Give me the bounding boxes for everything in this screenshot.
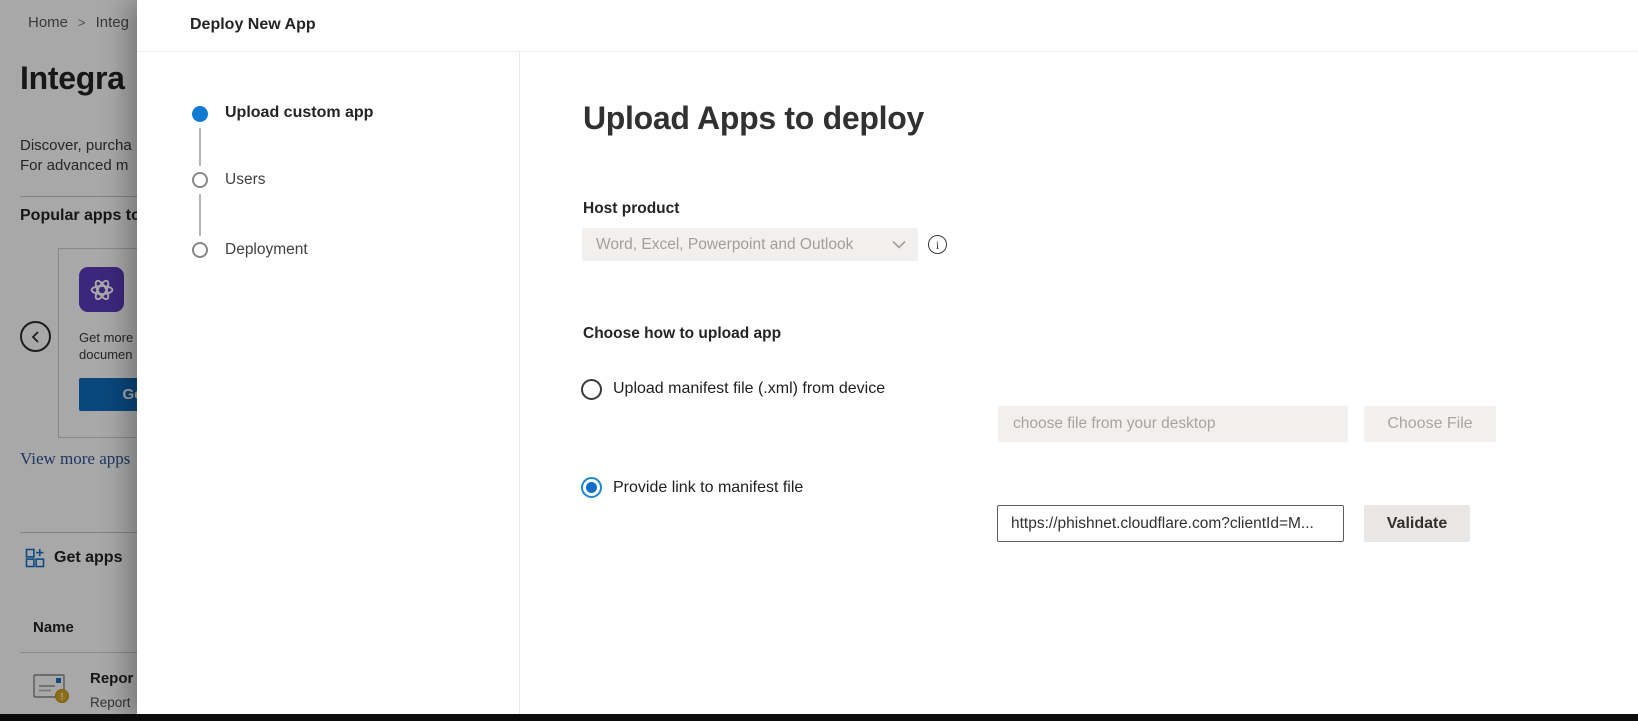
step-upload-custom-app-dot[interactable] (192, 106, 208, 122)
radio-provide-link[interactable] (581, 477, 602, 498)
stepper-connector (199, 128, 201, 166)
validate-button[interactable]: Validate (1364, 505, 1470, 542)
step-users-dot[interactable] (192, 172, 208, 188)
radio-upload-manifest-file[interactable] (581, 379, 602, 400)
step-upload-custom-app-label[interactable]: Upload custom app (225, 104, 373, 122)
window-bottom-edge (0, 714, 1638, 721)
radio-provide-link-label[interactable]: Provide link to manifest file (613, 479, 803, 497)
info-icon[interactable]: i (928, 235, 947, 254)
step-deployment-label[interactable]: Deployment (225, 241, 308, 259)
manifest-link-input[interactable] (997, 505, 1344, 542)
stepper-connector (199, 194, 201, 236)
chevron-down-icon (892, 240, 906, 249)
panel-title: Deploy New App (190, 16, 316, 34)
host-product-label: Host product (583, 200, 679, 218)
choose-file-button[interactable]: Choose File (1364, 406, 1496, 442)
manifest-file-input[interactable] (998, 406, 1348, 442)
host-product-value: Word, Excel, Powerpoint and Outlook (596, 236, 892, 254)
content-heading: Upload Apps to deploy (583, 100, 924, 137)
deploy-new-app-panel: Deploy New App Upload custom app Users D… (137, 0, 1638, 721)
wizard-content: Upload Apps to deploy Host product Word,… (520, 52, 1638, 721)
host-product-dropdown[interactable]: Word, Excel, Powerpoint and Outlook (582, 228, 918, 261)
wizard-stepper: Upload custom app Users Deployment (137, 52, 520, 721)
step-users-label[interactable]: Users (225, 171, 265, 189)
step-deployment-dot[interactable] (192, 242, 208, 258)
radio-upload-manifest-file-label[interactable]: Upload manifest file (.xml) from device (613, 380, 885, 398)
choose-upload-method-label: Choose how to upload app (583, 325, 781, 343)
